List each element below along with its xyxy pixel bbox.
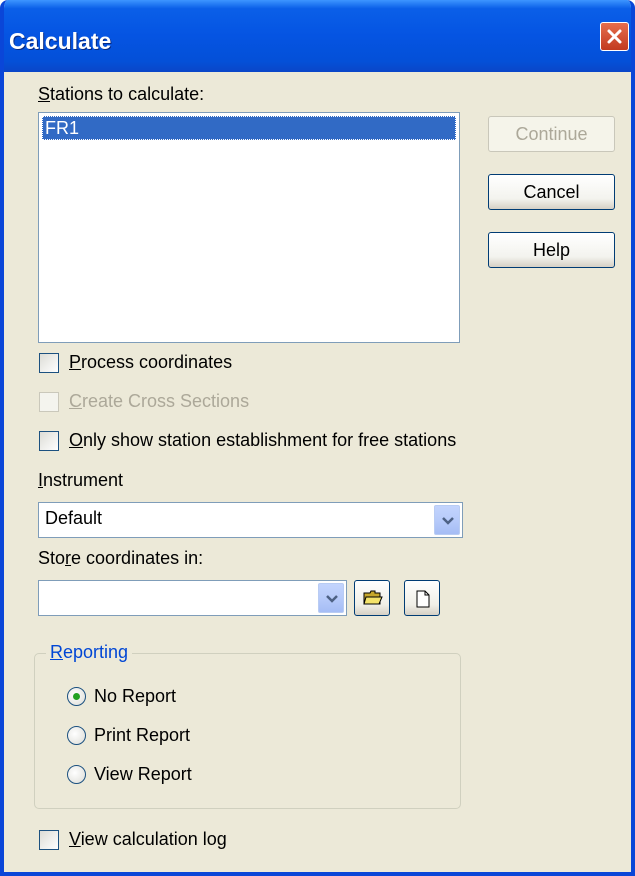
create-cross-sections-label: Create Cross Sections <box>69 391 250 411</box>
store-coordinates-label: Store coordinates in: <box>38 548 204 568</box>
new-file-icon <box>416 590 430 608</box>
process-coordinates-label: Process coordinates <box>69 352 233 372</box>
radio-selected-dot <box>73 693 80 700</box>
close-icon <box>607 29 622 44</box>
chevron-down-icon <box>442 517 454 525</box>
view-report-label: View Report <box>94 764 192 784</box>
help-button[interactable]: Help <box>488 232 615 268</box>
window-title: Calculate <box>9 28 112 54</box>
reporting-legend: Reporting <box>46 642 133 663</box>
continue-button[interactable]: Continue <box>488 116 615 152</box>
new-file-button[interactable] <box>404 580 440 616</box>
dialog-body: Stations to calculate: FR1 Continue Canc… <box>4 72 631 872</box>
view-calculation-log-checkbox[interactable] <box>39 830 59 850</box>
print-report-radio[interactable] <box>67 726 86 745</box>
open-folder-button[interactable] <box>354 580 390 616</box>
folder-open-icon <box>363 590 383 605</box>
close-button[interactable] <box>600 22 629 51</box>
create-cross-sections-checkbox[interactable] <box>39 392 59 412</box>
instrument-dropdown-button[interactable] <box>434 505 460 535</box>
instrument-select[interactable]: Default <box>38 502 463 538</box>
calculate-dialog: Calculate Stations to calculate: FR1 Con… <box>0 0 635 876</box>
store-coordinates-select[interactable] <box>38 580 347 616</box>
free-stations-checkbox[interactable] <box>39 431 59 451</box>
print-report-label: Print Report <box>94 725 191 745</box>
instrument-label: Instrument <box>38 470 124 490</box>
no-report-radio[interactable] <box>67 687 86 706</box>
stations-listbox[interactable]: FR1 <box>38 112 460 343</box>
free-stations-label: Only show station establishment for free… <box>69 430 457 450</box>
view-report-radio[interactable] <box>67 765 86 784</box>
stations-label: Stations to calculate: <box>38 84 205 104</box>
process-coordinates-checkbox[interactable] <box>39 353 59 373</box>
chevron-down-icon <box>326 595 338 603</box>
store-dropdown-button[interactable] <box>318 583 344 613</box>
list-item[interactable]: FR1 <box>42 116 456 140</box>
view-calculation-log-label: View calculation log <box>69 829 227 849</box>
instrument-value: Default <box>45 508 103 528</box>
no-report-label: No Report <box>94 686 177 706</box>
title-bar[interactable]: Calculate <box>4 0 631 72</box>
cancel-button[interactable]: Cancel <box>488 174 615 210</box>
